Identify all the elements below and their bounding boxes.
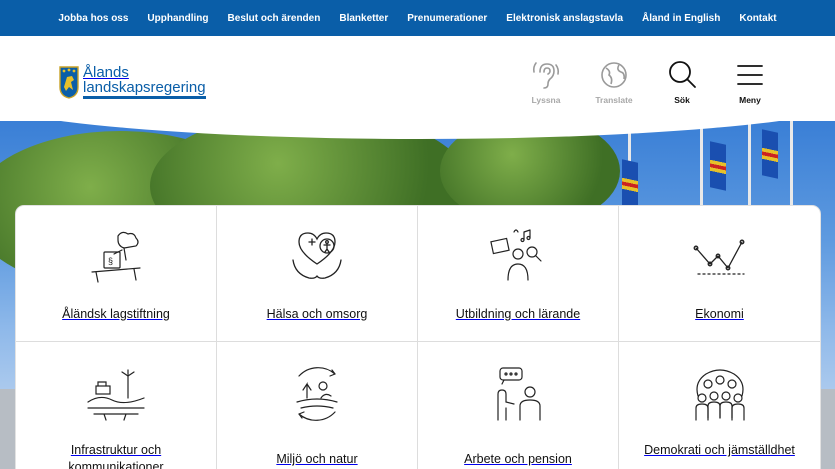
search-label: Sök	[674, 95, 690, 105]
svg-text:§: §	[108, 256, 113, 266]
ear-icon	[532, 62, 560, 89]
nav-link-jobs[interactable]: Jobba hos oss	[58, 13, 128, 24]
topic-tile-democracy[interactable]: Demokrati och jämställdhet	[619, 342, 820, 469]
topic-label: Infrastruktur och kommunikationer	[68, 443, 164, 469]
menu-label: Meny	[739, 95, 761, 105]
nav-link-contact[interactable]: Kontakt	[739, 13, 776, 24]
listen-button[interactable]: Lyssna	[521, 59, 571, 105]
nav-link-notice-board[interactable]: Elektronisk anslagstavla	[506, 13, 623, 24]
hamburger-menu-icon	[737, 65, 763, 85]
nav-link-english[interactable]: Åland in English	[642, 13, 720, 24]
topic-label: Miljö och natur	[276, 452, 358, 466]
coat-of-arms-icon	[59, 66, 79, 99]
translate-label: Translate	[595, 95, 633, 105]
nav-link-subscriptions[interactable]: Prenumerationer	[407, 13, 487, 24]
topic-tile-education[interactable]: Utbildning och lärande	[418, 206, 619, 342]
globe-icon	[601, 62, 627, 88]
legislation-icon: §	[91, 231, 141, 283]
site-logo[interactable]: Ålands landskapsregering	[58, 65, 206, 99]
menu-button[interactable]: Meny	[725, 59, 775, 105]
logo-line-1: Ålands	[83, 64, 129, 81]
topic-label: Åländsk lagstiftning	[62, 307, 170, 321]
site-header: Ålands landskapsregering Lyssna Translat…	[0, 36, 835, 131]
topic-label: Demokrati och jämställdhet	[644, 443, 795, 457]
topic-label: Ekonomi	[695, 307, 744, 321]
logo-line-2: landskapsregering	[83, 80, 206, 99]
top-navigation: Jobba hos oss Upphandling Beslut och äre…	[0, 0, 835, 36]
nav-link-forms[interactable]: Blanketter	[339, 13, 388, 24]
topic-label: Hälsa och omsorg	[266, 307, 368, 321]
topic-tile-health[interactable]: Hälsa och omsorg	[217, 206, 418, 342]
topic-tile-legislation[interactable]: § Åländsk lagstiftning	[16, 206, 217, 342]
search-button[interactable]: Sök	[657, 59, 707, 105]
economy-icon	[693, 239, 745, 275]
translate-button[interactable]: Translate	[589, 59, 639, 105]
topic-label: Utbildning och lärande	[455, 307, 581, 321]
health-icon	[292, 232, 342, 279]
topic-tile-environment[interactable]: Miljö och natur	[217, 342, 418, 469]
environment-icon	[296, 367, 338, 421]
nav-link-decisions[interactable]: Beslut och ärenden	[228, 13, 321, 24]
topic-tile-infrastructure[interactable]: Infrastruktur och kommunikationer	[16, 342, 217, 469]
topic-grid: § Åländsk lagstiftning Hälsa och omsorg …	[16, 206, 820, 469]
nav-link-procurement[interactable]: Upphandling	[147, 13, 208, 24]
education-icon	[490, 229, 542, 281]
header-tools: Lyssna Translate Sök Meny	[521, 59, 775, 105]
work-icon	[497, 367, 541, 421]
listen-label: Lyssna	[531, 95, 561, 105]
search-icon	[669, 61, 696, 88]
infrastructure-icon	[87, 369, 145, 421]
logo-text: Ålands landskapsregering	[83, 65, 206, 99]
topic-tile-work[interactable]: Arbete och pension	[418, 342, 619, 469]
democracy-icon	[694, 369, 745, 421]
topic-tile-economy[interactable]: Ekonomi	[619, 206, 820, 342]
topic-label: Arbete och pension	[464, 452, 572, 466]
